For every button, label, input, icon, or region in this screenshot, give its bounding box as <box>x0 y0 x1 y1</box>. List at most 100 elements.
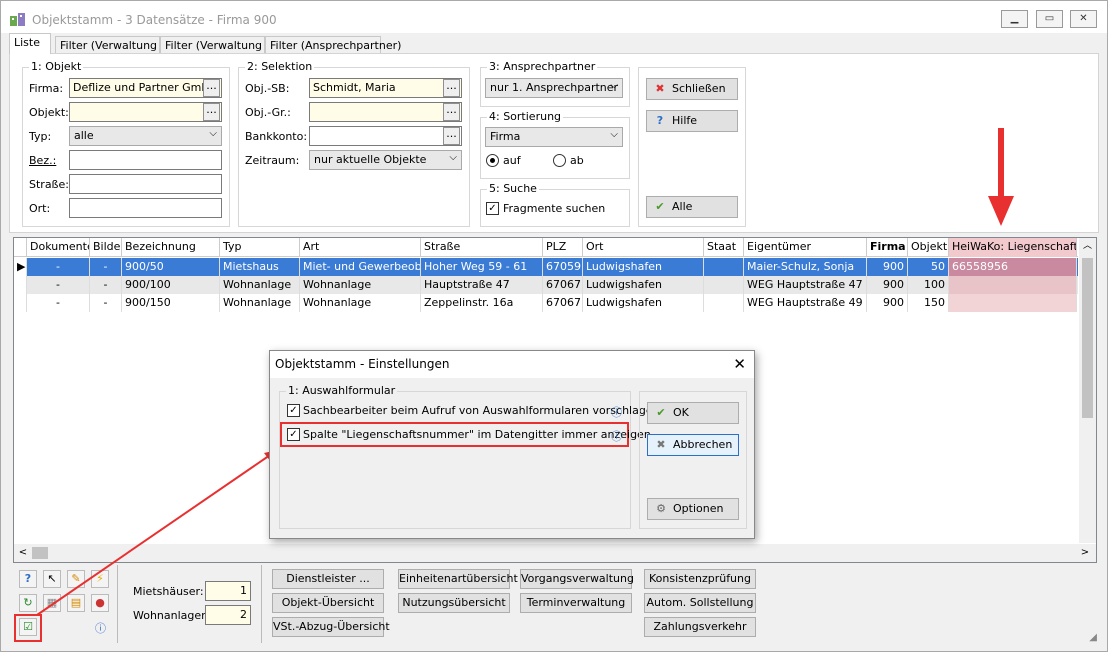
cell[interactable]: Ludwigshafen <box>583 258 704 276</box>
cell[interactable]: WEG Hauptstraße 49 <box>744 294 867 312</box>
objgr-input[interactable] <box>309 102 462 122</box>
bez-input[interactable] <box>69 150 222 170</box>
sortierung-select[interactable]: Firma ⌵ <box>485 127 623 147</box>
close-window-button[interactable]: ✕ <box>1070 10 1097 28</box>
table-row[interactable]: - - 900/100 Wohnanlage Wohnanlage Haupts… <box>14 276 1078 294</box>
cell[interactable]: Ludwigshafen <box>583 294 704 312</box>
minimize-button[interactable]: ▁ <box>1001 10 1028 28</box>
horizontal-scroll-thumb[interactable] <box>32 547 48 559</box>
col-staat[interactable]: Staat <box>704 238 744 257</box>
cell[interactable]: - <box>27 276 90 294</box>
scroll-right-icon[interactable]: > <box>1078 544 1092 562</box>
vertical-scrollbar[interactable]: ︿ <box>1079 238 1096 543</box>
cell[interactable]: Mietshaus <box>220 258 300 276</box>
cell[interactable] <box>704 294 744 312</box>
dienstleister-button[interactable]: Dienstleister ... <box>272 569 384 589</box>
einheitenartuebersicht-button[interactable]: Einheitenartübersicht <box>398 569 518 589</box>
abbrechen-button[interactable]: ✖ Abbrechen <box>647 434 739 456</box>
cell[interactable]: Hauptstraße 47 <box>421 276 543 294</box>
fragmente-checkbox[interactable]: ✓ <box>486 202 499 215</box>
objekt-uebersicht-button[interactable]: Objekt-Übersicht <box>272 593 384 613</box>
cell[interactable]: - <box>90 258 122 276</box>
cell[interactable] <box>704 258 744 276</box>
col-objekt[interactable]: Objekt <box>908 238 949 257</box>
cell[interactable]: 900/100 <box>122 276 220 294</box>
cell[interactable]: - <box>27 258 90 276</box>
cell[interactable]: - <box>27 294 90 312</box>
alle-button[interactable]: ✔ Alle <box>646 196 738 218</box>
pencil-icon[interactable]: ✎ <box>67 570 85 588</box>
autom-sollstellung-button[interactable]: Autom. Sollstellung <box>644 593 756 613</box>
pointer-icon[interactable]: ↖ <box>43 570 61 588</box>
sort-auf-radio[interactable] <box>486 154 499 167</box>
cell[interactable]: 900/50 <box>122 258 220 276</box>
cell[interactable]: Miet- und Gewerbeobjekt <box>300 258 421 276</box>
cell[interactable]: 67067 <box>543 276 583 294</box>
ort-input[interactable] <box>69 198 222 218</box>
users-icon[interactable]: ● <box>91 594 109 612</box>
cell[interactable] <box>704 276 744 294</box>
opt2-checkbox[interactable]: ✓ <box>287 428 300 441</box>
typ-select[interactable]: alle ⌵ <box>69 126 222 146</box>
building-icon[interactable]: ▤ <box>67 594 85 612</box>
lightning-icon[interactable]: ⚡ <box>91 570 109 588</box>
tab-filter-ansprechpartner[interactable]: Filter (Ansprechpartner) <box>265 36 401 54</box>
schliessen-button[interactable]: ✖ Schließen <box>646 78 738 100</box>
cell[interactable]: 66558956 <box>949 258 1077 276</box>
cell[interactable]: 150 <box>908 294 949 312</box>
scroll-left-icon[interactable]: < <box>16 544 30 562</box>
col-typ[interactable]: Typ <box>220 238 300 257</box>
objsb-ellipsis-button[interactable]: ... <box>443 79 460 97</box>
cell[interactable]: 900 <box>867 258 908 276</box>
col-ort[interactable]: Ort <box>583 238 704 257</box>
objgr-ellipsis-button[interactable]: ... <box>443 103 460 121</box>
strasse-input[interactable] <box>69 174 222 194</box>
dialog-close-icon[interactable]: ✕ <box>733 355 746 373</box>
objekt-ellipsis-button[interactable]: ... <box>203 103 220 121</box>
horizontal-scrollbar[interactable]: < > <box>14 544 1096 562</box>
col-dokumente[interactable]: Dokumente <box>27 238 90 257</box>
table-row[interactable]: ▶ - - 900/50 Mietshaus Miet- und Gewerbe… <box>14 258 1078 276</box>
cell[interactable]: 50 <box>908 258 949 276</box>
refresh-icon[interactable]: ↻ <box>19 594 37 612</box>
opt1-checkbox[interactable]: ✓ <box>287 404 300 417</box>
cell[interactable]: 67067 <box>543 294 583 312</box>
objekt-input[interactable] <box>69 102 222 122</box>
cell[interactable]: - <box>90 276 122 294</box>
zeitraum-select[interactable]: nur aktuelle Objekte ⌵ <box>309 150 462 170</box>
tab-liste[interactable]: Liste <box>9 33 51 54</box>
terminverwaltung-button[interactable]: Terminverwaltung <box>520 593 632 613</box>
cell[interactable]: Ludwigshafen <box>583 276 704 294</box>
cell[interactable]: Maier-Schulz, Sonja <box>744 258 867 276</box>
cell[interactable]: 67059 <box>543 258 583 276</box>
cell[interactable] <box>949 276 1077 294</box>
cell[interactable]: Wohnanlage <box>300 294 421 312</box>
cell[interactable]: Wohnanlage <box>220 276 300 294</box>
maximize-button[interactable]: ▭ <box>1036 10 1063 28</box>
col-art[interactable]: Art <box>300 238 421 257</box>
vertical-scroll-thumb[interactable] <box>1082 258 1093 418</box>
cell[interactable]: Zeppelinstr. 16a <box>421 294 543 312</box>
cell[interactable]: 900 <box>867 294 908 312</box>
firma-input[interactable]: Deflize und Partner GmbH <box>69 78 222 98</box>
resize-grip-icon[interactable]: ◢ <box>1089 632 1097 643</box>
tab-filter-verwaltung-2[interactable]: Filter (Verwaltung 2) <box>160 36 277 54</box>
col-strasse[interactable]: Straße <box>421 238 543 257</box>
optionen-button[interactable]: ⚙ Optionen <box>647 498 739 520</box>
ok-button[interactable]: ✔ OK <box>647 402 739 424</box>
objsb-input[interactable]: Schmidt, Maria <box>309 78 462 98</box>
col-eigentuemer[interactable]: Eigentümer <box>744 238 867 257</box>
firma-ellipsis-button[interactable]: ... <box>203 79 220 97</box>
cell[interactable] <box>949 294 1077 312</box>
grid-icon[interactable]: ▦ <box>43 594 61 612</box>
sort-ab-radio[interactable] <box>553 154 566 167</box>
cell[interactable]: 100 <box>908 276 949 294</box>
vorgangsverwaltung-button[interactable]: Vorgangsverwaltung <box>520 569 634 589</box>
nutzungsuebersicht-button[interactable]: Nutzungsübersicht <box>398 593 510 613</box>
cell[interactable]: Wohnanlage <box>300 276 421 294</box>
cell[interactable]: 900/150 <box>122 294 220 312</box>
konsistenzpruefung-button[interactable]: Konsistenzprüfung <box>644 569 756 589</box>
cell[interactable]: Hoher Weg 59 - 61 <box>421 258 543 276</box>
bankkonto-input[interactable] <box>309 126 462 146</box>
bankkonto-ellipsis-button[interactable]: ... <box>443 127 460 145</box>
